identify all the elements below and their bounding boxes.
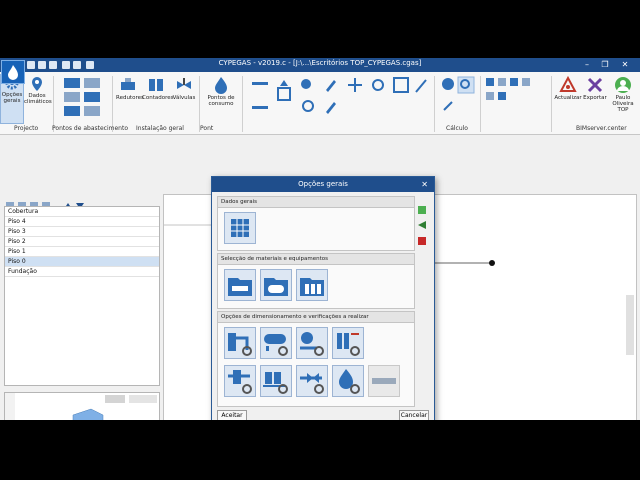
sizing-option-tile[interactable] xyxy=(260,327,292,359)
sizing-option-tile[interactable] xyxy=(296,365,328,397)
section-header: Opções de dimensionamento e verificações… xyxy=(218,312,414,323)
regulator-gear-icon xyxy=(228,370,252,394)
export-icon[interactable] xyxy=(418,230,426,245)
restore-icon[interactable]: ❐ xyxy=(596,60,614,69)
avatar-icon xyxy=(615,77,631,93)
reducer-icon xyxy=(121,78,135,90)
window-title: CYPEGAS - v2019.c - [J:\...\Escritórios … xyxy=(218,59,422,67)
supply-tanks-icon xyxy=(64,78,100,116)
accept-button[interactable]: Aceitar xyxy=(217,410,247,420)
flame-icon xyxy=(215,77,227,94)
refresh-icon xyxy=(559,76,577,92)
levels-toolbar xyxy=(4,196,158,210)
shutoff-valve-gear-icon xyxy=(300,373,324,394)
export-button[interactable]: Exportar xyxy=(582,76,608,101)
group-label-calculation: Cálculo xyxy=(446,125,468,132)
print-icon[interactable] xyxy=(62,61,70,69)
level-item[interactable]: Fundação xyxy=(5,267,159,277)
drawing-tools-icons xyxy=(252,77,427,114)
section-materials-equipment: Selecção de materiais e equipamentos xyxy=(217,253,415,309)
pipe-materials-tile[interactable] xyxy=(224,269,256,301)
sizing-option-tile[interactable] xyxy=(296,327,328,359)
valves-button[interactable]: Válvulas xyxy=(172,76,196,101)
section-general-data: Dados gerais xyxy=(217,196,415,251)
levels-list: Cobertura Piso 4 Piso 3 Piso 2 Piso 1 Pi… xyxy=(4,206,160,386)
level-item[interactable]: Piso 3 xyxy=(5,227,159,237)
group-label-project: Projecto xyxy=(14,125,39,132)
meters-button[interactable]: Contadores xyxy=(142,76,173,101)
section-header: Selecção de materiais e equipamentos xyxy=(218,254,414,265)
tank-folder-icon xyxy=(264,278,288,296)
flame-gear-icon xyxy=(339,369,360,394)
import-icon[interactable] xyxy=(418,214,426,229)
climate-data-button[interactable]: Dados climáticos xyxy=(24,76,52,105)
consumption-points-button[interactable]: Pontos de consumo xyxy=(204,76,238,107)
close-icon[interactable]: ✕ xyxy=(421,177,428,192)
sizing-option-tile-disabled[interactable] xyxy=(368,365,400,397)
general-options-dialog: Opções gerais ✕ Dados gerais Selecção de… xyxy=(211,176,435,420)
tank-equipment-tile[interactable] xyxy=(260,269,292,301)
undo-icon[interactable] xyxy=(38,61,46,69)
valve-icon xyxy=(177,78,191,89)
valve-gear-icon xyxy=(300,332,324,356)
misc-tools-icons xyxy=(486,78,530,100)
sizing-option-tile[interactable] xyxy=(260,365,292,397)
minimize-icon[interactable]: – xyxy=(578,60,596,69)
redo-icon[interactable] xyxy=(49,61,57,69)
supply-points-tools[interactable] xyxy=(62,76,106,120)
sizing-option-tile[interactable] xyxy=(332,327,364,359)
group-label-supply-points: Pontos de abastecimento xyxy=(52,125,129,132)
cylinders-gear-icon xyxy=(337,333,360,356)
level-item[interactable]: Cobertura xyxy=(5,207,159,217)
calculation-tools[interactable] xyxy=(440,76,476,116)
sizing-option-tile[interactable] xyxy=(224,327,256,359)
level-item[interactable]: Piso 4 xyxy=(5,217,159,227)
building-3d-model xyxy=(5,393,157,420)
pipe-folder-icon xyxy=(228,278,252,296)
ribbon: Opções gerais Dados climáticos Redutores… xyxy=(0,72,640,135)
user-account-button[interactable]: Paulo Oliveira TOP xyxy=(608,76,638,113)
group-label-general-installation: Instalação geral xyxy=(136,125,184,132)
application-window: CYPEGAS - v2019.c - [J:\...\Escritórios … xyxy=(0,58,640,420)
tank-gear-icon xyxy=(264,334,288,356)
meter-icon xyxy=(149,79,163,91)
cylinders-folder-icon xyxy=(300,278,324,296)
meters-gear-icon xyxy=(263,372,288,394)
pipe-segment-icon xyxy=(372,378,396,384)
help-icon[interactable] xyxy=(86,61,94,69)
save-icon[interactable] xyxy=(27,61,35,69)
search-icon xyxy=(442,76,475,111)
print-preview-icon[interactable] xyxy=(73,61,81,69)
save-icon[interactable] xyxy=(418,199,426,214)
app-logo-icon[interactable] xyxy=(1,60,25,84)
update-button[interactable]: Actualizar xyxy=(554,76,582,101)
group-label-bimserver: BIMserver.center xyxy=(576,125,627,132)
pipe-network-gear-icon xyxy=(228,333,252,356)
level-item[interactable]: Piso 1 xyxy=(5,247,159,257)
general-data-tile[interactable] xyxy=(224,212,256,244)
cancel-button[interactable]: Cancelar xyxy=(399,410,429,420)
drawing-tools[interactable] xyxy=(250,76,430,120)
cylinders-equipment-tile[interactable] xyxy=(296,269,328,301)
export-icon xyxy=(587,77,603,93)
level-item[interactable]: Piso 2 xyxy=(5,237,159,247)
reducers-button[interactable]: Redutores xyxy=(116,76,144,101)
sizing-option-tile[interactable] xyxy=(332,365,364,397)
title-bar: CYPEGAS - v2019.c - [J:\...\Escritórios … xyxy=(0,58,640,72)
misc-tools[interactable] xyxy=(484,76,548,116)
3d-preview[interactable] xyxy=(4,392,160,420)
sizing-option-tile[interactable] xyxy=(224,365,256,397)
map-pin-icon xyxy=(32,77,42,91)
dialog-title-bar: Opções gerais ✕ xyxy=(212,177,434,192)
close-icon[interactable]: ✕ xyxy=(616,60,634,69)
dialog-title: Opções gerais xyxy=(298,180,348,188)
level-item-selected[interactable]: Piso 0 xyxy=(5,257,159,267)
section-sizing-options: Opções de dimensionamento e verificações… xyxy=(217,311,415,407)
table-grid-icon xyxy=(231,219,249,237)
group-label-points: Pont xyxy=(200,125,214,132)
section-header: Dados gerais xyxy=(218,197,414,208)
